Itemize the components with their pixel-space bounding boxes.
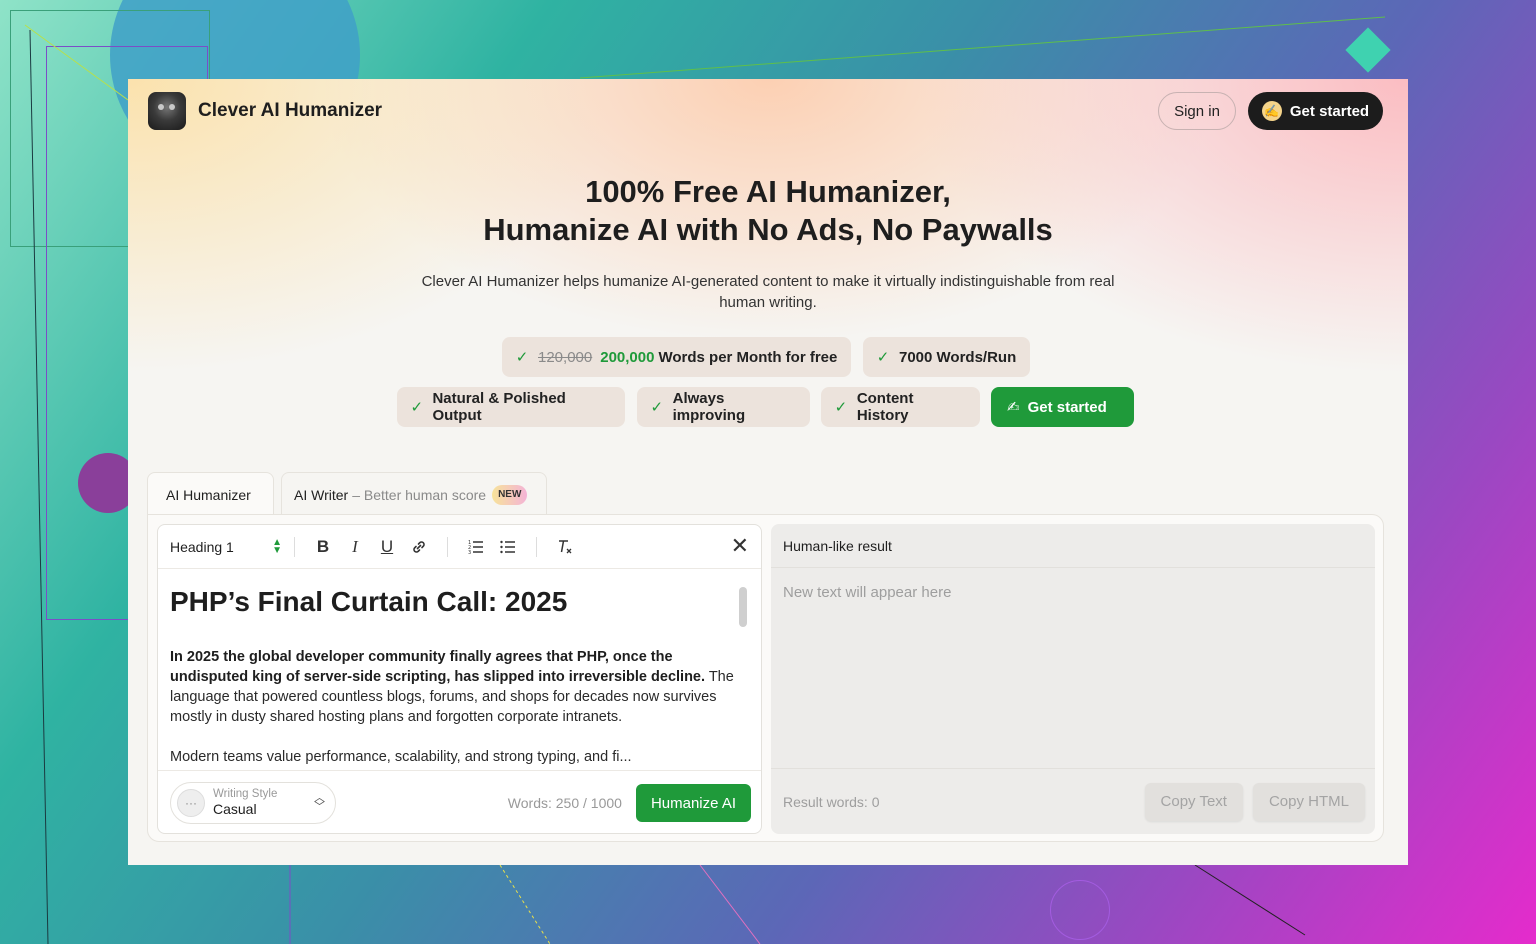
writing-style-label: Writing Style bbox=[213, 788, 278, 800]
check-icon: ✓ bbox=[515, 349, 529, 366]
word-limit-suffix: Words per Month for free bbox=[658, 348, 838, 366]
input-editor: Heading 1 ▲ ▼ B I U 123 ✕ PHP’s Final Cu… bbox=[157, 524, 762, 834]
tab-label: AI Writer bbox=[294, 486, 349, 503]
feature-history: ✓ Content History bbox=[821, 387, 980, 427]
link-icon[interactable] bbox=[403, 533, 435, 561]
ordered-list-icon[interactable]: 123 bbox=[460, 533, 492, 561]
tab-label: AI Humanizer bbox=[166, 486, 251, 503]
feature-natural: ✓ Natural & Polished Output bbox=[397, 387, 625, 427]
hero-cta-label: Get started bbox=[1027, 398, 1107, 416]
writing-style-value: Casual bbox=[213, 801, 257, 817]
paragraph-text: Modern teams value performance, scalabil… bbox=[170, 749, 632, 765]
copy-html-button[interactable]: Copy HTML bbox=[1252, 782, 1365, 821]
hero-title: 100% Free AI Humanizer, Humanize AI with… bbox=[128, 173, 1408, 249]
hero-get-started-button[interactable]: ✍ Get started bbox=[991, 387, 1134, 427]
logo-icon[interactable] bbox=[148, 92, 186, 130]
result-title: Human-like result bbox=[771, 524, 1375, 568]
check-icon: ✓ bbox=[834, 399, 848, 416]
toolbar-divider bbox=[536, 536, 537, 557]
result-footer: Result words: 0 Copy Text Copy HTML bbox=[771, 768, 1375, 834]
writing-hand-icon: ✍ bbox=[1007, 399, 1020, 416]
tab-sublabel: – Better human score bbox=[352, 486, 487, 503]
writing-hand-icon: ✍ bbox=[1261, 101, 1282, 121]
writing-style-select[interactable]: ··· Writing Style Casual ︿ ﹀ bbox=[170, 782, 336, 824]
humanizer-panel: Heading 1 ▲ ▼ B I U 123 ✕ PHP’s Final Cu… bbox=[147, 514, 1384, 842]
italic-icon[interactable]: I bbox=[339, 533, 371, 561]
bold-icon[interactable]: B bbox=[307, 533, 339, 561]
check-icon: ✓ bbox=[650, 399, 664, 416]
hero-subtitle: Clever AI Humanizer helps humanize AI-ge… bbox=[421, 273, 1115, 311]
new-word-limit: 200,000 bbox=[600, 348, 655, 366]
result-word-count: Result words: 0 bbox=[783, 793, 880, 810]
site-header: Clever AI Humanizer Sign in ✍ Get starte… bbox=[128, 79, 1408, 143]
copy-text-button[interactable]: Copy Text bbox=[1144, 782, 1243, 821]
old-word-limit: 120,000 bbox=[538, 348, 593, 366]
background-diamond bbox=[1345, 27, 1391, 73]
feature-improving: ✓ Always improving bbox=[637, 387, 810, 427]
feature-label: Always improving bbox=[672, 390, 746, 424]
feature-words-month: ✓ 120,000 200,000 Words per Month for fr… bbox=[502, 337, 851, 377]
document-paragraph: Modern teams value performance, scalabil… bbox=[170, 747, 736, 767]
check-icon: ✓ bbox=[410, 399, 424, 416]
document-paragraph: In 2025 the global developer community f… bbox=[170, 647, 736, 727]
editor-scrollbar[interactable] bbox=[739, 587, 747, 627]
chevron-up-down-icon: ︿ ﹀ bbox=[314, 792, 325, 813]
bullet-list-icon[interactable] bbox=[492, 533, 524, 561]
check-icon: ✓ bbox=[876, 349, 890, 366]
editor-content[interactable]: PHP’s Final Curtain Call: 2025 In 2025 t… bbox=[158, 569, 748, 769]
svg-text:3: 3 bbox=[468, 550, 471, 555]
close-icon[interactable]: ✕ bbox=[731, 535, 749, 557]
get-started-button[interactable]: ✍ Get started bbox=[1248, 92, 1383, 130]
hero-title-line1: 100% Free AI Humanizer, bbox=[585, 174, 951, 209]
signin-button[interactable]: Sign in bbox=[1158, 92, 1236, 130]
result-placeholder[interactable]: New text will appear here bbox=[771, 568, 1375, 617]
logo-text[interactable]: Clever AI Humanizer bbox=[198, 100, 382, 122]
get-started-label: Get started bbox=[1289, 102, 1370, 120]
editor-footer: ··· Writing Style Casual ︿ ﹀ Words: 250 /… bbox=[158, 770, 761, 833]
feature-words-run: ✓ 7000 Words/Run bbox=[863, 337, 1030, 377]
clear-format-icon[interactable] bbox=[549, 533, 581, 561]
feature-label: Content History bbox=[856, 390, 914, 424]
humanize-button[interactable]: Humanize AI bbox=[635, 784, 751, 822]
feature-label: 7000 Words/Run bbox=[899, 348, 1017, 366]
tab-ai-writer[interactable]: AI Writer – Better human score NEW bbox=[281, 472, 547, 516]
app-window: Clever AI Humanizer Sign in ✍ Get starte… bbox=[128, 79, 1408, 865]
word-count: Words: 250 / 1000 bbox=[507, 795, 622, 811]
toolbar-divider bbox=[294, 536, 295, 557]
document-heading: PHP’s Final Curtain Call: 2025 bbox=[170, 586, 568, 617]
new-badge: NEW bbox=[492, 484, 528, 505]
chat-bubble-icon: ··· bbox=[177, 789, 205, 817]
result-panel: Human-like result New text will appear h… bbox=[771, 524, 1375, 834]
underline-icon[interactable]: U bbox=[371, 533, 403, 561]
paragraph-bold-text: In 2025 the global developer community f… bbox=[170, 649, 706, 685]
background-circle bbox=[1050, 880, 1110, 940]
toolbar-divider bbox=[447, 536, 448, 557]
heading-select-value: Heading 1 bbox=[170, 538, 234, 555]
tab-ai-humanizer[interactable]: AI Humanizer bbox=[147, 472, 274, 516]
heading-select[interactable]: Heading 1 ▲ ▼ bbox=[170, 536, 282, 556]
editor-toolbar: Heading 1 ▲ ▼ B I U 123 ✕ bbox=[158, 525, 761, 569]
hero-title-line2: Humanize AI with No Ads, No Paywalls bbox=[483, 212, 1053, 247]
feature-label: Natural & Polished Output bbox=[432, 390, 566, 424]
sort-arrows-icon: ▲ ▼ bbox=[272, 536, 282, 556]
